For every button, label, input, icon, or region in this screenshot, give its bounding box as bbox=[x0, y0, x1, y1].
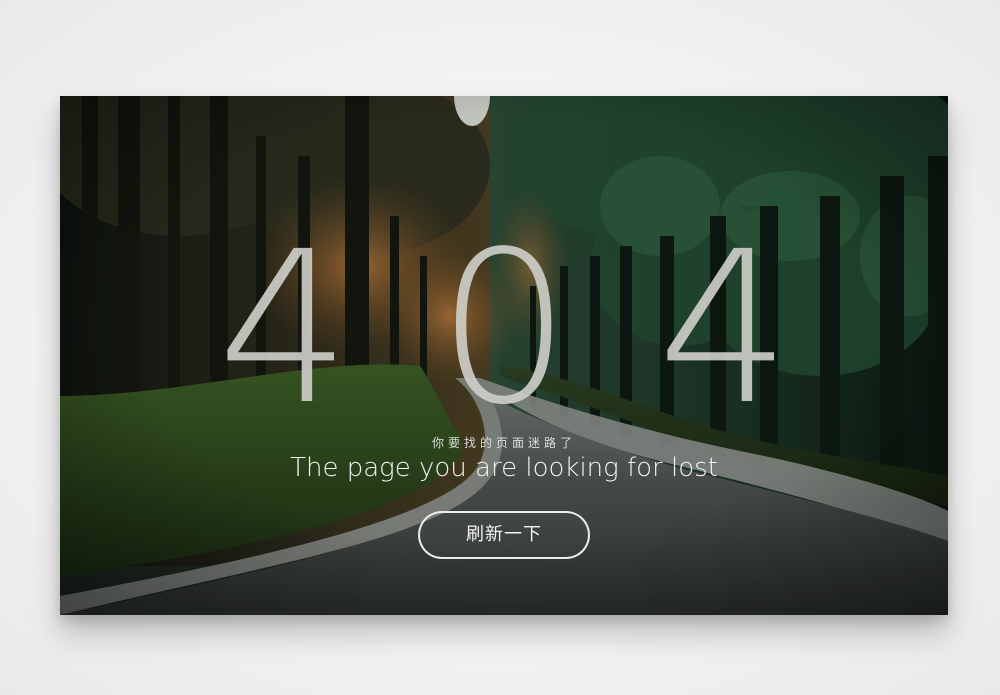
error-message-english: The page you are looking for lost bbox=[290, 453, 718, 483]
page: 4 0 4 你要找的页面迷路了 The page you are looking… bbox=[0, 0, 1000, 695]
error-code: 4 0 4 bbox=[60, 206, 948, 451]
error-code-digit: 0 bbox=[437, 206, 571, 451]
error-message-chinese: 你要找的页面迷路了 bbox=[431, 436, 576, 450]
error-404-banner: 4 0 4 你要找的页面迷路了 The page you are looking… bbox=[60, 96, 948, 615]
error-code-digit: 4 bbox=[217, 206, 351, 451]
refresh-button[interactable]: 刷新一下 bbox=[418, 511, 590, 559]
error-code-digit: 4 bbox=[657, 206, 791, 451]
